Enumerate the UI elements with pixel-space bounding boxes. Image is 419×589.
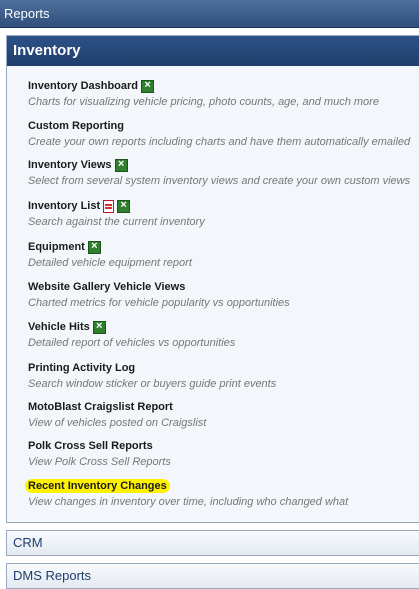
report-item-inventory-views: Inventory Views Select from several syst… [28, 156, 419, 188]
excel-icon[interactable] [87, 240, 101, 254]
excel-icon[interactable] [114, 158, 128, 172]
report-description: View of vehicles posted on Craigslist [28, 417, 207, 429]
report-link-inventory-dashboard[interactable]: Inventory Dashboard [28, 80, 138, 92]
report-description: Detailed vehicle equipment report [28, 257, 192, 269]
inventory-report-list: Inventory Dashboard Charts for visualizi… [7, 66, 419, 522]
section-header-dms-reports[interactable]: DMS Reports [6, 563, 419, 589]
report-link-polk-cross-sell-reports[interactable]: Polk Cross Sell Reports [28, 440, 153, 452]
section-title: CRM [13, 535, 43, 550]
report-description: View changes in inventory over time, inc… [28, 496, 349, 508]
inventory-panel-header[interactable]: Inventory [7, 36, 419, 66]
report-description: Charted metrics for vehicle popularity v… [28, 297, 290, 309]
window-title-bar: Reports [0, 0, 419, 28]
report-description: Detailed report of vehicles vs opportuni… [28, 337, 236, 349]
report-description: Select from several system inventory vie… [28, 175, 411, 187]
report-description: Create your own reports including charts… [28, 136, 411, 148]
report-item-printing-activity-log: Printing Activity Log Search window stic… [28, 359, 419, 391]
report-item-custom-reporting: Custom Reporting Create your own reports… [28, 117, 419, 149]
report-link-vehicle-hits[interactable]: Vehicle Hits [28, 321, 90, 333]
report-item-equipment: Equipment Detailed vehicle equipment rep… [28, 238, 419, 270]
section-title: DMS Reports [13, 568, 92, 583]
window-title: Reports [4, 6, 50, 21]
excel-icon[interactable] [117, 199, 131, 213]
report-description: Search against the current inventory [28, 216, 205, 228]
inventory-panel: Inventory Inventory Dashboard Charts for… [6, 35, 419, 523]
report-item-website-gallery-vehicle-views: Website Gallery Vehicle Views Charted me… [28, 278, 419, 310]
report-link-motoblast-craigslist-report[interactable]: MotoBlast Craigslist Report [28, 401, 173, 413]
report-item-motoblast-craigslist-report: MotoBlast Craigslist Report View of vehi… [28, 398, 419, 430]
report-item-recent-inventory-changes: Recent Inventory Changes View changes in… [25, 477, 419, 509]
report-description: View Polk Cross Sell Reports [28, 456, 171, 468]
report-link-printing-activity-log[interactable]: Printing Activity Log [28, 362, 135, 374]
report-item-inventory-list: Inventory List Search against the curren… [28, 197, 419, 229]
report-link-website-gallery-vehicle-views[interactable]: Website Gallery Vehicle Views [28, 281, 185, 293]
section-header-crm[interactable]: CRM [6, 530, 419, 556]
inventory-panel-title: Inventory [13, 42, 81, 59]
report-link-recent-inventory-changes[interactable]: Recent Inventory Changes [25, 479, 170, 494]
report-item-vehicle-hits: Vehicle Hits Detailed report of vehicles… [28, 318, 419, 350]
pdf-icon[interactable] [103, 199, 115, 213]
report-item-polk-cross-sell-reports: Polk Cross Sell Reports View Polk Cross … [28, 437, 419, 469]
report-link-custom-reporting[interactable]: Custom Reporting [28, 120, 124, 132]
excel-icon[interactable] [92, 320, 106, 334]
report-item-inventory-dashboard: Inventory Dashboard Charts for visualizi… [28, 77, 419, 109]
report-description: Search window sticker or buyers guide pr… [28, 378, 277, 390]
excel-icon[interactable] [141, 79, 155, 93]
report-link-inventory-views[interactable]: Inventory Views [28, 159, 112, 171]
report-description: Charts for visualizing vehicle pricing, … [28, 96, 379, 108]
report-link-inventory-list[interactable]: Inventory List [28, 200, 100, 212]
report-link-equipment[interactable]: Equipment [28, 241, 85, 253]
